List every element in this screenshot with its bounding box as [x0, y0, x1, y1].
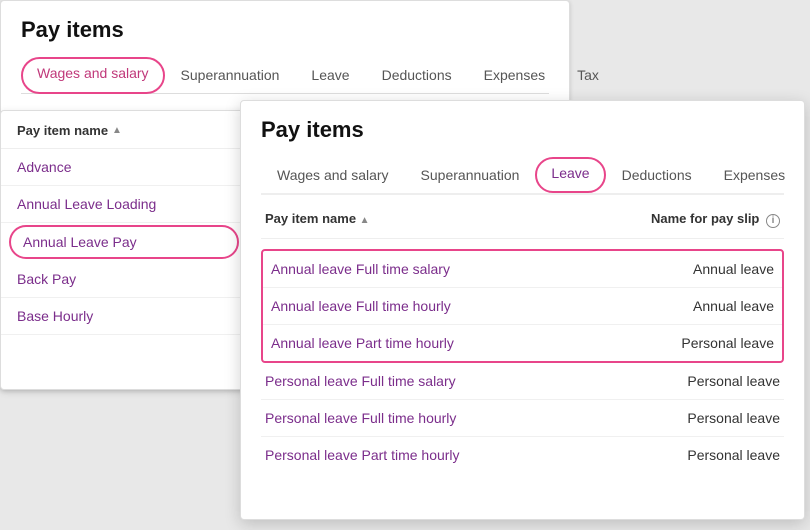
- row-name-5[interactable]: Personal leave Full time hourly: [265, 410, 456, 426]
- front-content: Pay item name ▲ Name for pay slip i Annu…: [241, 195, 804, 489]
- tab-back-super[interactable]: Superannuation: [165, 57, 296, 93]
- front-col-headers: Pay item name ▲ Name for pay slip i: [261, 211, 784, 239]
- table-row: Personal leave Part time hourly Personal…: [261, 437, 784, 473]
- pay-item-name-col-header: Pay item name ▲: [17, 123, 231, 138]
- row-name-4[interactable]: Personal leave Full time salary: [265, 373, 456, 389]
- tab-front-expenses[interactable]: Expenses: [708, 157, 801, 193]
- row-name-1[interactable]: Annual leave Full time salary: [271, 261, 450, 277]
- tab-front-deductions[interactable]: Deductions: [606, 157, 708, 193]
- tab-front-leave[interactable]: Leave: [535, 157, 605, 193]
- tab-back-tax[interactable]: Tax: [561, 57, 615, 93]
- row-name-3[interactable]: Annual leave Part time hourly: [271, 335, 454, 351]
- col-sort-icon: ▲: [360, 215, 370, 226]
- tab-front-wages[interactable]: Wages and salary: [261, 157, 405, 193]
- list-item-annual-leave-pay[interactable]: Annual Leave Pay: [9, 225, 239, 259]
- list-item-back-pay[interactable]: Back Pay: [1, 261, 247, 298]
- row-slip-4: Personal leave: [687, 373, 780, 389]
- front-panel-header: Pay items Wages and salary Superannuatio…: [241, 101, 804, 195]
- col-header-name: Pay item name ▲: [265, 211, 370, 228]
- col-header-slip: Name for pay slip i: [651, 211, 780, 228]
- front-panel-title: Pay items: [261, 117, 784, 143]
- table-row: Annual leave Full time hourly Annual lea…: [263, 288, 782, 325]
- list-item-advance[interactable]: Advance: [1, 149, 247, 186]
- tab-front-super[interactable]: Superannuation: [405, 157, 536, 193]
- back-panel-title: Pay items: [21, 17, 549, 43]
- list-item-annual-leave-loading[interactable]: Annual Leave Loading: [1, 186, 247, 223]
- row-slip-1: Annual leave: [693, 261, 774, 277]
- back-panel-header: Pay items Wages and salary Superannuatio…: [1, 1, 569, 94]
- tab-back-deductions[interactable]: Deductions: [366, 57, 468, 93]
- row-slip-5: Personal leave: [687, 410, 780, 426]
- row-name-2[interactable]: Annual leave Full time hourly: [271, 298, 451, 314]
- row-slip-2: Annual leave: [693, 298, 774, 314]
- tab-back-expenses[interactable]: Expenses: [468, 57, 561, 93]
- left-panel-header: Pay item name ▲: [1, 111, 247, 149]
- left-panel: Pay item name ▲ Advance Annual Leave Loa…: [0, 110, 248, 390]
- pay-item-list: Advance Annual Leave Loading Annual Leav…: [1, 149, 247, 335]
- front-panel: Pay items Wages and salary Superannuatio…: [240, 100, 805, 520]
- row-slip-3: Personal leave: [681, 335, 774, 351]
- table-row: Personal leave Full time salary Personal…: [261, 363, 784, 400]
- tab-back-leave[interactable]: Leave: [295, 57, 365, 93]
- tab-front-tax[interactable]: Tax: [801, 157, 810, 193]
- table-row: Personal leave Full time hourly Personal…: [261, 400, 784, 437]
- back-panel-tabs: Wages and salary Superannuation Leave De…: [21, 57, 549, 94]
- list-item-base-hourly[interactable]: Base Hourly: [1, 298, 247, 335]
- boxed-rows-section: Annual leave Full time salary Annual lea…: [261, 249, 784, 363]
- sort-icon: ▲: [112, 125, 122, 136]
- table-row: Annual leave Full time salary Annual lea…: [263, 251, 782, 288]
- tab-back-wages[interactable]: Wages and salary: [21, 57, 165, 94]
- table-row: Annual leave Part time hourly Personal l…: [263, 325, 782, 361]
- info-icon[interactable]: i: [766, 214, 780, 228]
- normal-rows-section: Personal leave Full time salary Personal…: [261, 363, 784, 473]
- front-panel-tabs: Wages and salary Superannuation Leave De…: [261, 157, 784, 195]
- row-slip-6: Personal leave: [687, 447, 780, 463]
- row-name-6[interactable]: Personal leave Part time hourly: [265, 447, 460, 463]
